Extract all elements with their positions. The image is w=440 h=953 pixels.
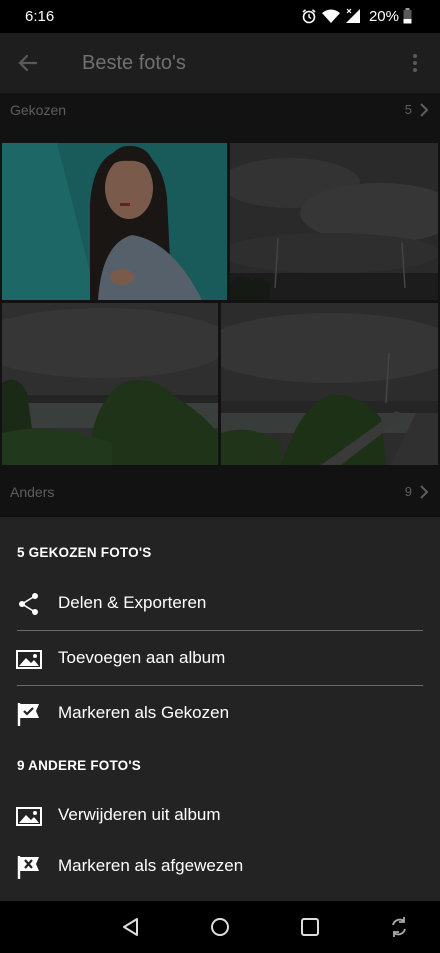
alarm-icon [301,8,317,24]
picked-heading: 5 GEKOZEN FOTO'S [17,545,152,560]
chevron-right-icon [418,484,430,500]
section-picked[interactable]: Gekozen 5 [0,95,440,125]
photo-thumbnail[interactable] [221,303,438,465]
photo-grid-area: Gekozen 5 Anders 9 [0,93,440,517]
remove-from-album-button[interactable]: Verwijderen uit album [0,791,440,841]
section-count: 9 [404,484,412,499]
status-bar: 6:16 20% [0,0,440,33]
section-label: Gekozen [10,102,67,118]
mark-picked-button[interactable]: Markeren als Gekozen [0,689,440,739]
section-label: Anders [10,484,55,500]
wifi-icon [321,8,341,24]
action-bottom-sheet: 5 GEKOZEN FOTO'S Delen & Exporteren Toev… [0,517,440,901]
rotate-icon[interactable] [387,915,411,939]
nav-back-icon[interactable] [119,915,143,939]
more-vertical-icon[interactable] [412,52,418,74]
other-heading: 9 ANDERE FOTO'S [17,758,141,773]
album-icon [16,646,42,672]
add-to-album-button[interactable]: Toevoegen aan album [0,634,440,684]
divider [17,630,423,631]
nav-home-icon[interactable] [208,915,232,939]
signal-icon [345,8,361,24]
app-bar: Beste foto's [0,33,440,93]
battery-percent: 20% [368,7,399,25]
menu-item-label: Toevoegen aan album [58,648,226,667]
flag-reject-icon [16,854,42,880]
mark-rejected-button[interactable]: Markeren als afgewezen [0,842,440,892]
photo-thumbnail[interactable] [230,143,438,300]
status-icons: 20% [301,7,412,25]
album-icon [16,803,42,829]
share-icon [16,591,42,617]
nav-recents-icon[interactable] [298,915,322,939]
menu-item-label: Delen & Exporteren [58,593,207,612]
battery-icon [403,8,412,24]
menu-item-label: Markeren als Gekozen [58,703,230,722]
page-title: Beste foto's [82,52,186,74]
menu-item-label: Verwijderen uit album [58,805,221,824]
chevron-right-icon [418,102,430,118]
menu-item-label: Markeren als afgewezen [58,856,244,875]
divider [17,685,423,686]
flag-pick-icon [16,701,42,727]
system-nav-bar [0,901,440,953]
status-time: 6:16 [25,8,55,25]
photo-thumbnail[interactable] [2,143,227,300]
photo-thumbnail[interactable] [2,303,218,465]
share-export-button[interactable]: Delen & Exporteren [0,579,440,629]
section-count: 5 [404,102,412,117]
arrow-back-icon[interactable] [14,49,42,77]
section-other[interactable]: Anders 9 [0,477,440,507]
